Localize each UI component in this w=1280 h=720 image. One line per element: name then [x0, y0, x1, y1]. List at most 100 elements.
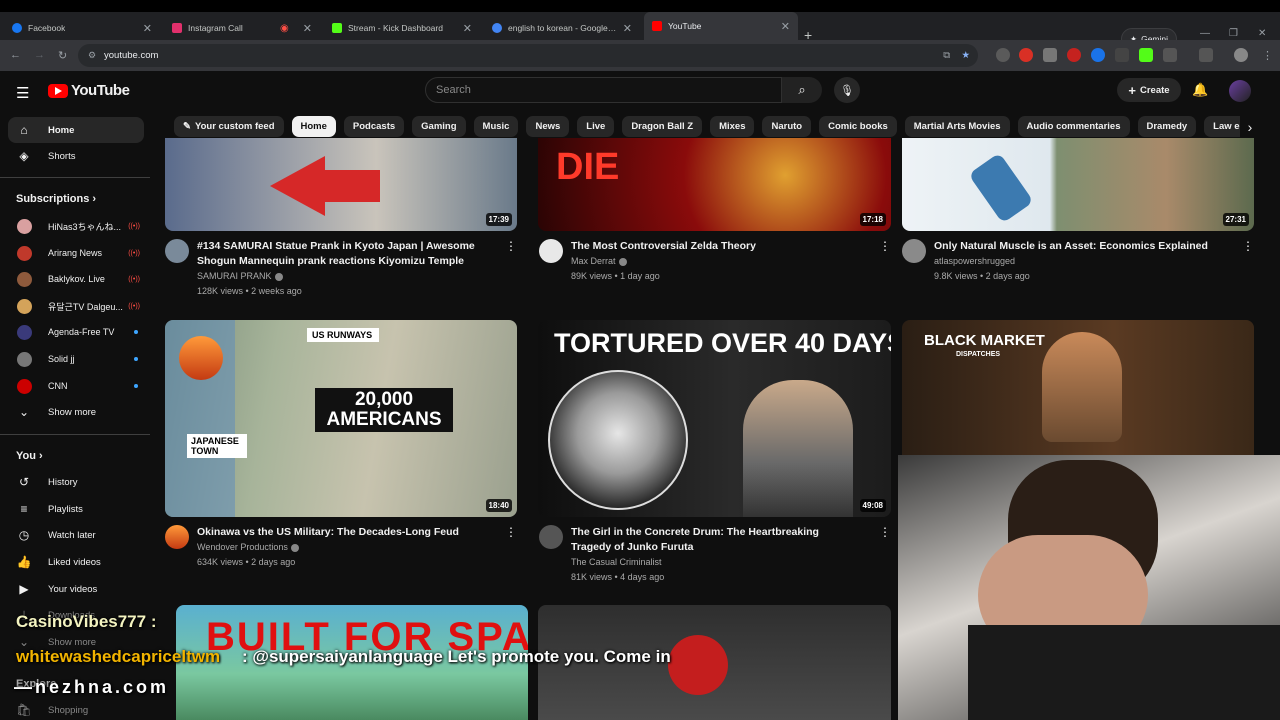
forward-icon[interactable]: →	[34, 49, 45, 61]
video-title[interactable]: The Most Controversial Zelda Theory	[571, 239, 851, 254]
chip-audio-commentaries[interactable]: Audio commentaries	[1017, 116, 1130, 137]
shield-icon[interactable]	[1115, 48, 1129, 62]
extension-icon[interactable]	[1067, 48, 1081, 62]
thumbnail-text: 20,000 AMERICANS	[315, 388, 453, 432]
sidebar-item-shorts[interactable]: ◈ Shorts	[8, 143, 144, 169]
subscription-item[interactable]: HiNas3ちゃんね... ((•))	[8, 214, 144, 238]
sidebar-item-watch-later[interactable]: ◷ Watch later	[8, 522, 144, 548]
chip-next-arrow-icon[interactable]: ›	[1240, 116, 1260, 137]
close-icon[interactable]: ✕	[143, 22, 152, 35]
profile-icon[interactable]	[1234, 48, 1248, 62]
you-heading[interactable]: You ›	[16, 450, 43, 462]
subscription-item[interactable]: 유달근TV Dalgeu... ((•))	[8, 294, 144, 318]
chip-mixes[interactable]: Mixes	[710, 116, 755, 137]
channel-name[interactable]: Max Derrat	[571, 256, 627, 266]
chip-dragon-ball-z[interactable]: Dragon Ball Z	[622, 116, 703, 137]
sidebar-item-your-videos[interactable]: ▶ Your videos	[8, 576, 144, 602]
side-panel-icon[interactable]	[1199, 48, 1213, 62]
channel-name[interactable]: SAMURAI PRANK	[197, 271, 283, 281]
chip-news[interactable]: News	[526, 116, 570, 137]
sidebar-item-liked-videos[interactable]: 👍 Liked videos	[8, 549, 144, 575]
hamburger-menu-icon[interactable]: ☰	[16, 84, 29, 102]
maximize-icon[interactable]: ❐	[1229, 28, 1238, 39]
puzzle-icon[interactable]	[1163, 48, 1177, 62]
install-icon[interactable]: ⧉	[943, 50, 950, 61]
video-thumbnail[interactable]: TORTURED OVER 40 DAYS... 49:08	[538, 320, 891, 517]
extension-icon[interactable]	[1091, 48, 1105, 62]
chip-martial-arts-movies[interactable]: Martial Arts Movies	[904, 116, 1010, 137]
sidebar-item-playlists[interactable]: ≡ Playlists	[8, 496, 144, 522]
more-options-icon[interactable]: ⋮	[1242, 239, 1254, 253]
more-options-icon[interactable]: ⋮	[879, 239, 891, 253]
chip-live[interactable]: Live	[577, 116, 615, 137]
tab-kick[interactable]: Stream - Kick Dashboard ✕	[324, 16, 480, 40]
channel-avatar[interactable]	[902, 239, 926, 263]
subscriptions-heading[interactable]: Subscriptions ›	[16, 193, 96, 205]
search-input[interactable]: Search	[425, 77, 782, 103]
close-icon[interactable]: ✕	[303, 22, 312, 35]
address-bar[interactable]: ⚙ youtube.com ⧉ ★	[78, 44, 978, 67]
extension-icon[interactable]	[1043, 48, 1057, 62]
tab-instagram[interactable]: Instagram Call ◉ ✕	[164, 16, 320, 40]
subscription-item[interactable]: Solid jj	[8, 347, 144, 371]
channel-avatar[interactable]	[165, 525, 189, 549]
sidebar-item-history[interactable]: ↺ History	[8, 469, 144, 495]
channel-name[interactable]: atlaspowershrugged	[934, 256, 1015, 266]
account-avatar[interactable]	[1229, 80, 1251, 102]
show-more-subscriptions[interactable]: ⌄ Show more	[8, 399, 144, 425]
sidebar-item-home[interactable]: ⌂ Home	[8, 117, 144, 143]
window-close-icon[interactable]: ✕	[1258, 28, 1266, 39]
chip-gaming[interactable]: Gaming	[412, 116, 466, 137]
channel-avatar[interactable]	[539, 525, 563, 549]
subscription-item[interactable]: Agenda-Free TV	[8, 320, 144, 344]
video-thumbnail[interactable]: US RUNWAYS 20,000 AMERICANS JAPANESE TOW…	[165, 320, 517, 517]
video-title[interactable]: #134 SAMURAI Statue Prank in Kyoto Japan…	[197, 239, 477, 269]
chip-comic-books[interactable]: Comic books	[819, 116, 897, 137]
close-icon[interactable]: ✕	[623, 22, 632, 35]
tab-facebook[interactable]: Facebook ✕	[4, 16, 160, 40]
video-thumbnail[interactable]: BLACK MARKET DISPATCHES	[902, 320, 1254, 455]
create-button[interactable]: + Create	[1117, 78, 1181, 102]
more-options-icon[interactable]: ⋮	[505, 525, 517, 539]
more-options-icon[interactable]: ⋮	[505, 239, 517, 253]
channel-name[interactable]: Wendover Productions	[197, 542, 299, 552]
channel-name[interactable]: The Casual Criminalist	[571, 557, 662, 567]
minimize-icon[interactable]: —	[1200, 28, 1210, 39]
video-thumbnail[interactable]: 17:39	[165, 138, 517, 231]
chip-home[interactable]: Home	[291, 116, 336, 137]
menu-dots-icon[interactable]: ⋮	[1262, 49, 1273, 62]
youtube-logo[interactable]: YouTube	[48, 82, 130, 99]
tab-youtube[interactable]: YouTube ✕	[644, 12, 798, 40]
chip-music[interactable]: Music	[473, 116, 519, 137]
close-icon[interactable]: ✕	[781, 20, 790, 33]
chip-dramedy[interactable]: Dramedy	[1137, 116, 1197, 137]
subscription-item[interactable]: Arirang News ((•))	[8, 241, 144, 265]
site-info-icon[interactable]: ⚙	[88, 50, 96, 61]
subscription-item[interactable]: CNN	[8, 374, 144, 398]
search-button[interactable]: ⌕	[782, 77, 822, 103]
sidebar-item-label: Home	[48, 124, 75, 136]
reload-icon[interactable]: ↻	[58, 49, 67, 62]
voice-search-button[interactable]: 🎙	[834, 77, 860, 103]
more-options-icon[interactable]: ⋮	[879, 525, 891, 539]
adblock-icon[interactable]	[1019, 48, 1033, 62]
close-icon[interactable]: ✕	[463, 22, 472, 35]
video-thumbnail[interactable]: 27:31	[902, 138, 1254, 231]
back-icon[interactable]: ←	[10, 49, 21, 61]
kick-extension-icon[interactable]	[1139, 48, 1153, 62]
tab-google[interactable]: english to korean - Google Sea ✕	[484, 16, 640, 40]
chip-custom-feed[interactable]: ✎ Your custom feed	[174, 116, 284, 137]
subscription-item[interactable]: Baklykov. Live ((•))	[8, 267, 144, 291]
bookmark-star-icon[interactable]: ★	[961, 50, 970, 61]
notifications-bell-icon[interactable]: 🔔	[1192, 82, 1208, 98]
video-title[interactable]: Only Natural Muscle is an Asset: Economi…	[934, 239, 1214, 254]
extension-icon[interactable]	[996, 48, 1010, 62]
chip-naruto[interactable]: Naruto	[762, 116, 812, 137]
video-title[interactable]: The Girl in the Concrete Drum: The Heart…	[571, 525, 851, 555]
channel-avatar[interactable]	[539, 239, 563, 263]
video-thumbnail[interactable]: DIE 17:18	[538, 138, 891, 231]
sidebar-item-shopping[interactable]: 🛍 Shopping	[8, 697, 144, 720]
channel-avatar[interactable]	[165, 239, 189, 263]
video-title[interactable]: Okinawa vs the US Military: The Decades-…	[197, 525, 477, 540]
chip-podcasts[interactable]: Podcasts	[343, 116, 405, 137]
